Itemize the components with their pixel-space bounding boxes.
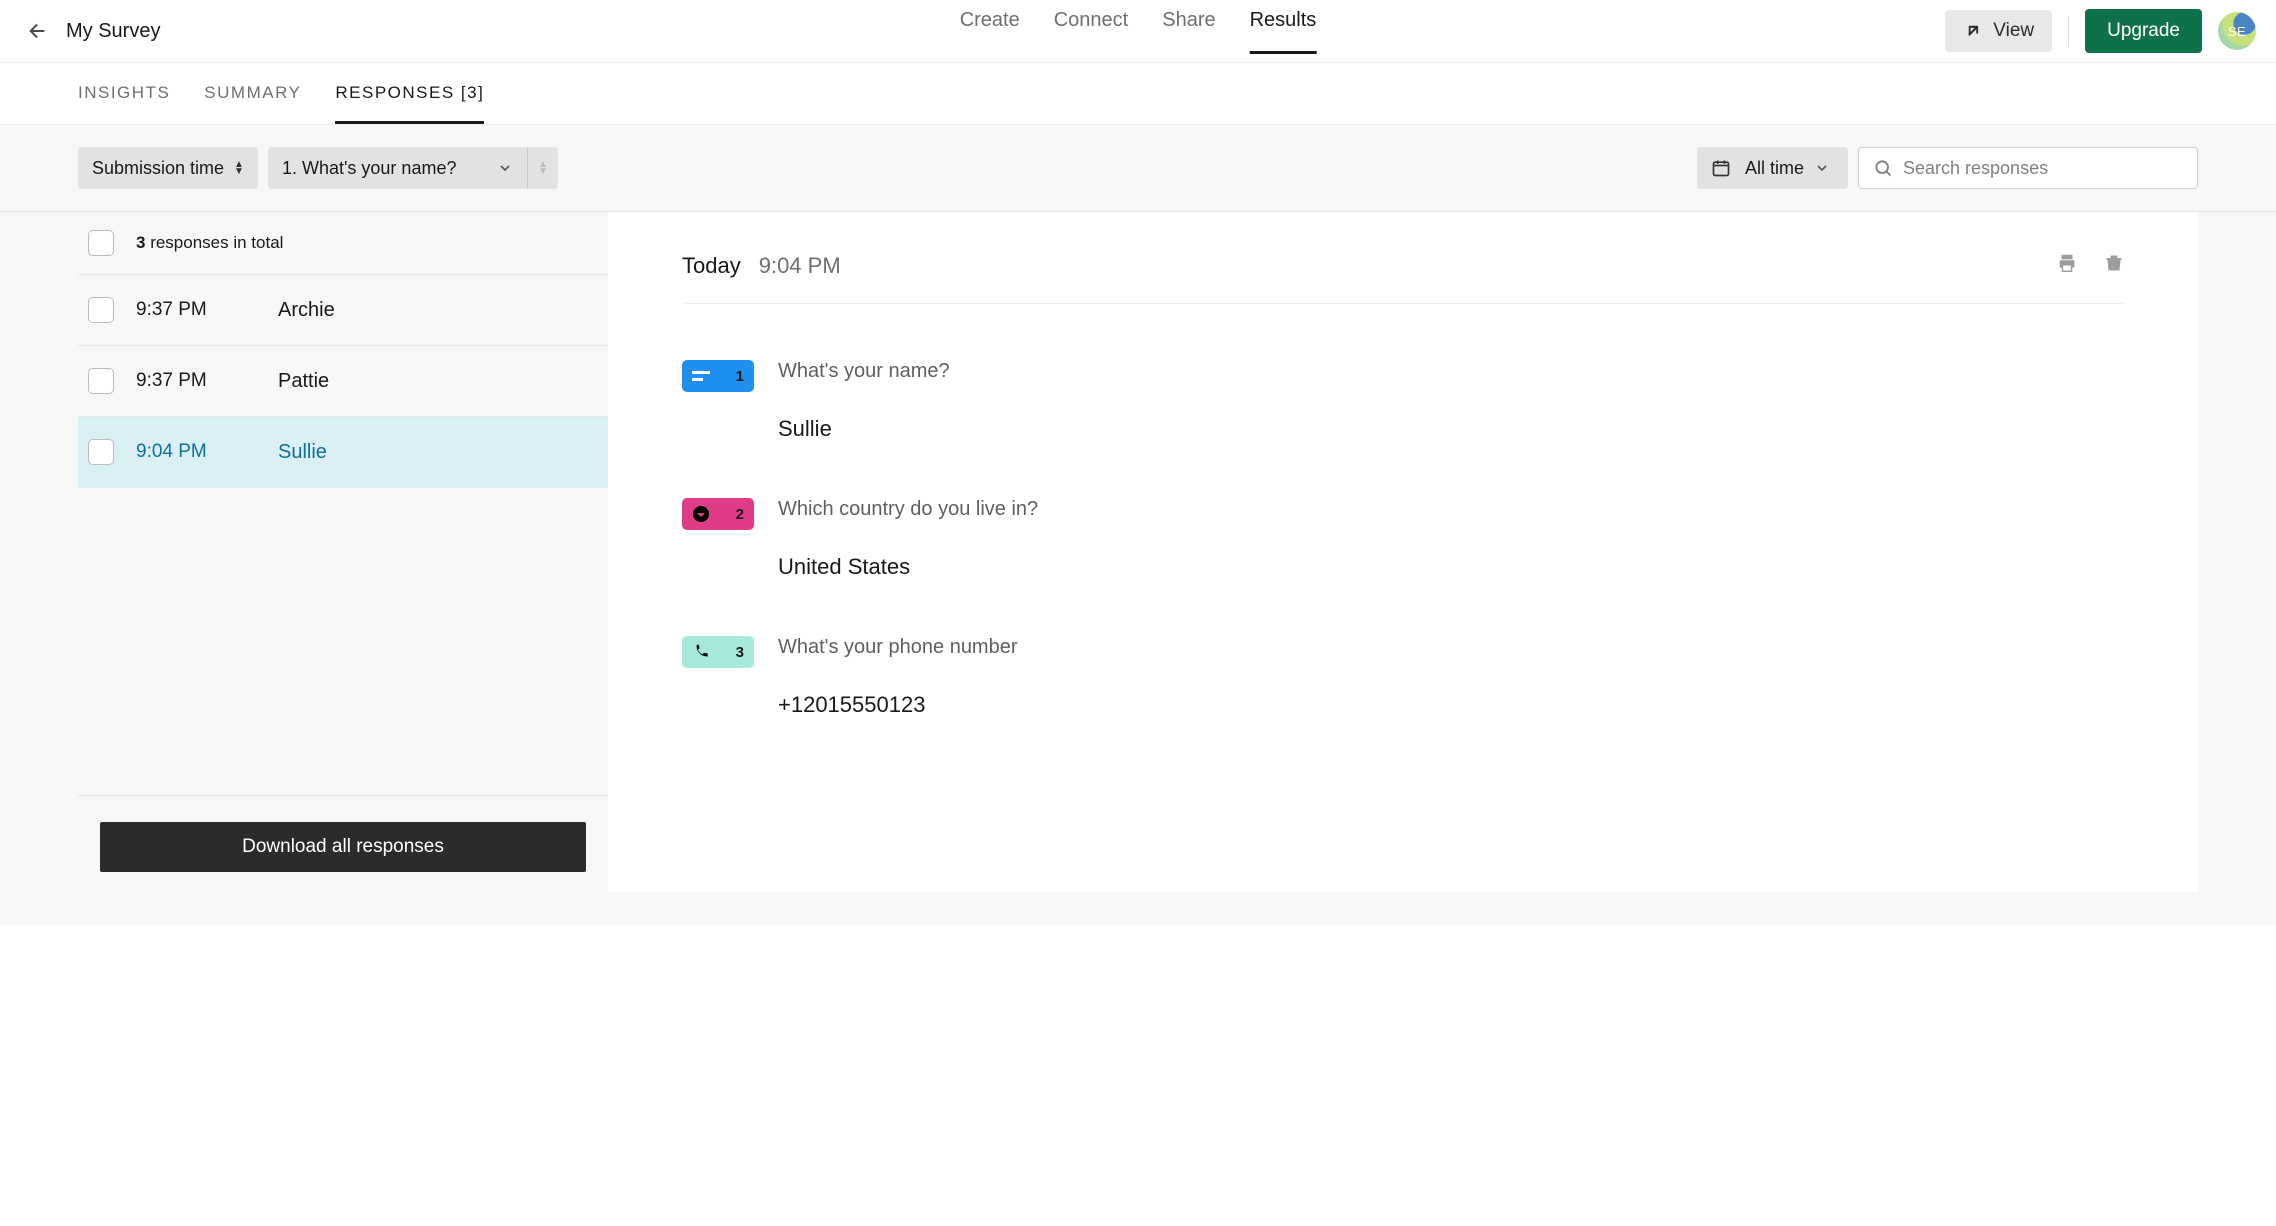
response-row-selected[interactable]: 9:04 PM Sullie [78, 417, 608, 488]
sort-arrows-icon: ▲▼ [538, 161, 548, 175]
response-row[interactable]: 9:37 PM Archie [78, 275, 608, 346]
answer-text: Sullie [778, 416, 2124, 442]
row-time: 9:37 PM [136, 370, 256, 392]
nav-results[interactable]: Results [1250, 9, 1317, 54]
date-range-label: All time [1745, 158, 1804, 179]
question-selector-group: 1. What's your name? ▲▼ [268, 147, 558, 189]
columns: 3 responses in total 9:37 PM Archie 9:37… [0, 211, 2276, 892]
row-checkbox[interactable] [88, 368, 114, 394]
print-button[interactable] [2056, 252, 2078, 279]
response-detail: Today 9:04 PM [608, 212, 2198, 892]
answer-text: United States [778, 554, 2124, 580]
search-icon [1873, 158, 1893, 178]
dropdown-icon [692, 505, 710, 523]
question-row: 2 Which country do you live in? [682, 498, 2124, 530]
subtabs: INSIGHTS SUMMARY RESPONSES [3] [0, 63, 2276, 125]
toolbar: Submission time ▲▼ 1. What's your name? … [0, 147, 2276, 211]
response-row[interactable]: 9:37 PM Pattie [78, 346, 608, 417]
select-all-checkbox[interactable] [88, 230, 114, 256]
question-badge: 3 [682, 636, 754, 668]
print-icon [2056, 252, 2078, 274]
phone-icon [692, 643, 710, 661]
short-text-icon [692, 370, 710, 382]
question-answer: 1 What's your name? Sullie [682, 304, 2124, 442]
content-area: Submission time ▲▼ 1. What's your name? … [0, 125, 2276, 925]
row-name: Sullie [278, 441, 327, 464]
question-sort-toggle[interactable]: ▲▼ [528, 147, 558, 189]
download-area: Download all responses [78, 795, 608, 892]
delete-button[interactable] [2104, 252, 2124, 279]
external-link-icon [1963, 21, 1983, 41]
question-text: Which country do you live in? [778, 498, 1038, 521]
row-checkbox[interactable] [88, 439, 114, 465]
view-button[interactable]: View [1945, 10, 2052, 52]
download-all-button[interactable]: Download all responses [100, 822, 586, 872]
nav-share[interactable]: Share [1162, 9, 1215, 54]
detail-actions [2056, 252, 2124, 279]
calendar-icon [1711, 158, 1731, 178]
top-right: View Upgrade SE [1945, 9, 2256, 53]
row-time: 9:37 PM [136, 299, 256, 321]
question-row: 3 What's your phone number [682, 636, 2124, 668]
row-name: Pattie [278, 370, 329, 393]
topbar: My Survey Create Connect Share Results V… [0, 0, 2276, 63]
tab-summary[interactable]: SUMMARY [204, 83, 301, 124]
date-range-dropdown[interactable]: All time [1697, 147, 1848, 189]
question-answer: 2 Which country do you live in? United S… [682, 442, 2124, 580]
question-text: What's your phone number [778, 636, 1018, 659]
sort-dropdown[interactable]: Submission time ▲▼ [78, 147, 258, 189]
question-number: 3 [736, 644, 744, 661]
row-time: 9:04 PM [136, 441, 256, 463]
chevron-down-icon [1814, 160, 1830, 176]
detail-day: Today [682, 253, 741, 279]
tab-responses[interactable]: RESPONSES [3] [335, 83, 484, 124]
top-nav: Create Connect Share Results [960, 9, 1317, 54]
back-button[interactable] [20, 13, 56, 49]
detail-time: 9:04 PM [759, 253, 841, 279]
question-number: 1 [736, 368, 744, 385]
response-count-suffix: responses in total [145, 233, 283, 252]
question-badge: 1 [682, 360, 754, 392]
avatar-initials: SE [2228, 24, 2246, 39]
question-row: 1 What's your name? [682, 360, 2124, 392]
avatar[interactable]: SE [2218, 12, 2256, 50]
question-selector[interactable]: 1. What's your name? [268, 147, 528, 189]
row-checkbox[interactable] [88, 297, 114, 323]
question-badge: 2 [682, 498, 754, 530]
tab-insights[interactable]: INSIGHTS [78, 83, 170, 124]
survey-title: My Survey [66, 20, 160, 43]
response-count: 3 responses in total [136, 233, 283, 253]
nav-create[interactable]: Create [960, 9, 1020, 54]
nav-connect[interactable]: Connect [1054, 9, 1129, 54]
response-list: 3 responses in total 9:37 PM Archie 9:37… [78, 212, 608, 892]
question-answer: 3 What's your phone number +12015550123 [682, 580, 2124, 718]
answer-text: +12015550123 [778, 692, 2124, 718]
search-box[interactable] [1858, 147, 2198, 189]
row-name: Archie [278, 299, 335, 322]
trash-icon [2104, 252, 2124, 274]
sort-label: Submission time [92, 158, 224, 179]
response-list-header: 3 responses in total [78, 212, 608, 275]
view-button-label: View [1993, 20, 2034, 42]
question-number: 2 [736, 506, 744, 523]
chevron-down-icon [497, 160, 513, 176]
detail-header: Today 9:04 PM [682, 252, 2124, 304]
sort-arrows-icon: ▲▼ [234, 161, 244, 175]
arrow-left-icon [27, 20, 49, 42]
question-text: What's your name? [778, 360, 950, 383]
search-input[interactable] [1903, 158, 2183, 179]
upgrade-button[interactable]: Upgrade [2085, 9, 2202, 53]
question-selector-label: 1. What's your name? [282, 158, 457, 179]
divider [2068, 16, 2069, 46]
